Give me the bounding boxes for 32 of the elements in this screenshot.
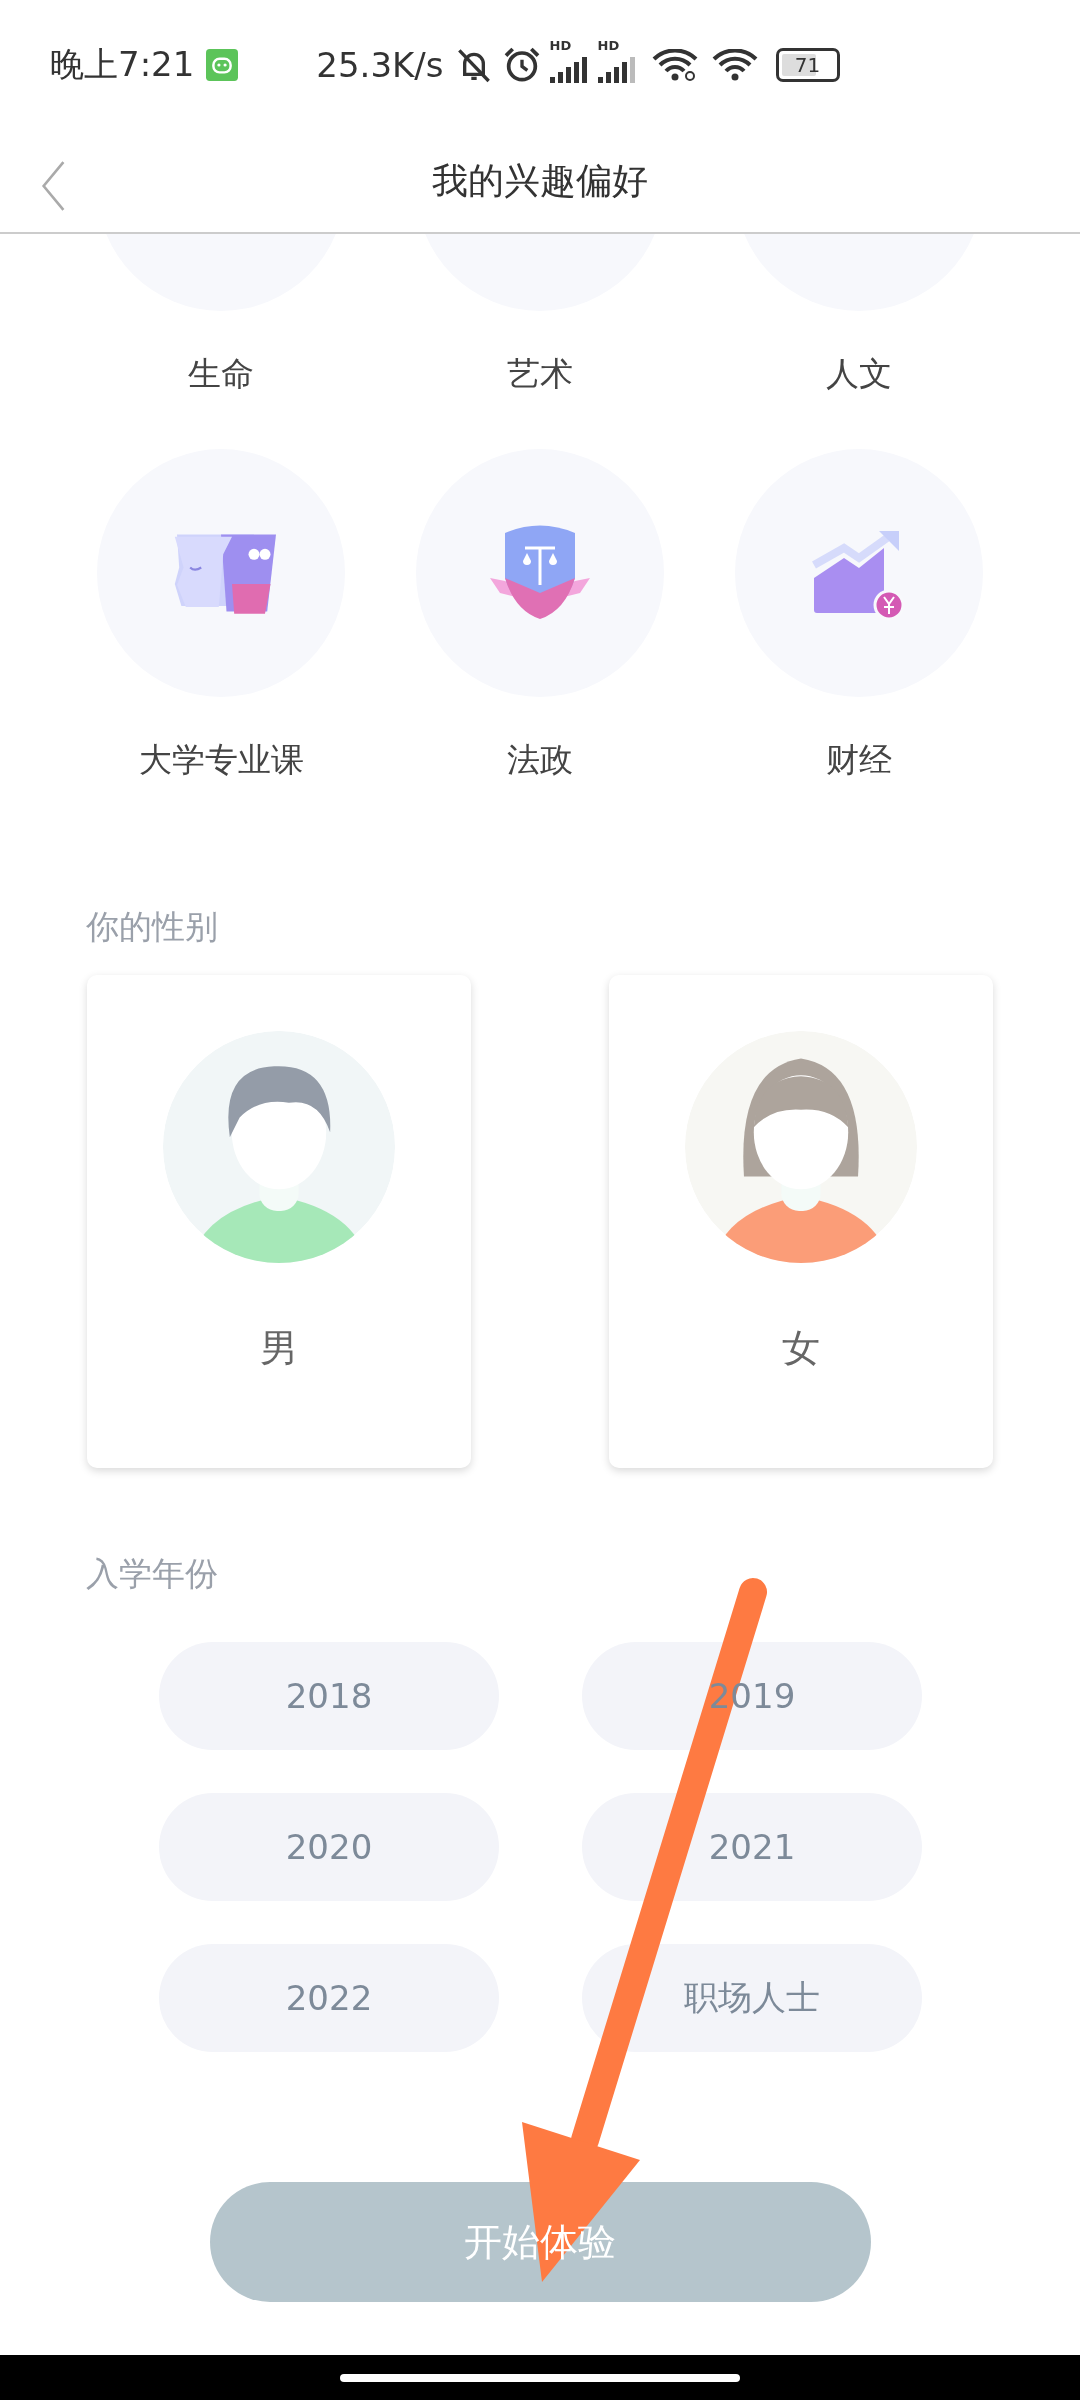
section-heading: 入学年份 [86,1553,219,1595]
avatar-figure-icon [683,1029,919,1265]
category-label: 生命 [188,353,255,395]
section-heading: 你的性别 [86,906,219,948]
gender-label: 男 [260,1325,298,1372]
hd-label: HD [597,38,620,53]
year-option[interactable]: 2022 [159,1944,499,2052]
page-title: 我的兴趣偏好 [432,158,648,203]
category-label: 人文 [825,353,892,395]
avatar-figure-icon [161,1029,397,1265]
signal-icon [597,56,638,84]
category-label: 艺术 [507,353,573,395]
wifi-icon [651,49,698,81]
gender-label: 女 [782,1325,820,1372]
gender-card[interactable]: 女 [609,975,993,1468]
year-option[interactable]: 2021 [582,1793,922,1901]
status-time: 晚上7:21 [50,43,195,86]
year-option[interactable]: 2018 [159,1642,499,1750]
gender-card[interactable]: 男 [87,975,471,1468]
signal-icon [549,56,590,84]
wifi-icon [711,49,758,81]
hd-label: HD [549,38,572,53]
year-option[interactable]: 2020 [159,1793,499,1901]
network-speed: 25.3K/s [316,45,444,85]
battery-icon: 71 [775,48,840,82]
app-notification-icon [206,49,239,81]
home-indicator[interactable] [340,2373,740,2382]
category-label: 财经 [825,739,892,781]
back-icon [39,160,67,212]
year-option[interactable]: 职场人士 [582,1944,922,2052]
category-label: 大学专业课 [138,739,304,781]
category-label: 法政 [507,739,573,781]
